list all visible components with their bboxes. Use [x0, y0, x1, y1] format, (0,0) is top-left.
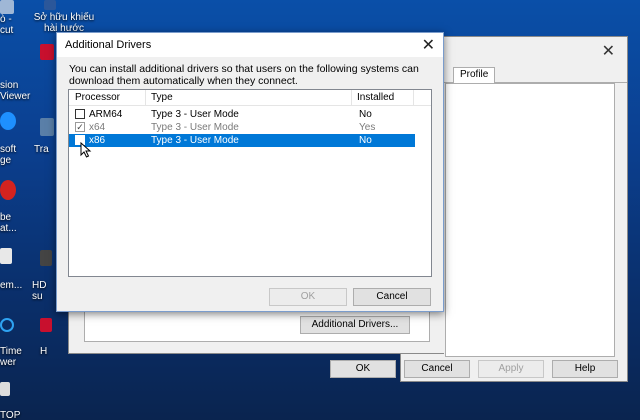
column-separator[interactable]	[351, 90, 352, 106]
close-icon[interactable]: ✕	[422, 35, 435, 55]
additional-drivers-dialog: Additional Drivers ✕ You can install add…	[56, 32, 444, 312]
desktop-icon-tile[interactable]	[40, 318, 52, 332]
column-header-type[interactable]: Type	[151, 92, 173, 103]
desktop-icon-label: ò - cut	[0, 14, 14, 36]
tab-panel	[445, 83, 615, 357]
word-document-icon[interactable]	[44, 0, 56, 10]
desktop-icon-label: Sở hữu khiếu hài hước	[33, 12, 95, 34]
list-header: Processor Type Installed	[69, 90, 431, 106]
desktop-icon-label: TOP	[0, 410, 21, 420]
edge-icon[interactable]	[0, 112, 16, 130]
desktop-icon-label: soft ge	[0, 144, 17, 166]
installed-status: No	[359, 109, 372, 120]
desktop-icon-tile[interactable]	[0, 0, 14, 14]
cancel-button[interactable]: Cancel	[353, 288, 431, 306]
driver-type: Type 3 - User Mode	[151, 122, 239, 133]
desktop-icon-label: Tra	[34, 144, 49, 155]
desktop-icon-tile[interactable]	[40, 44, 54, 60]
dialog-titlebar[interactable]: Additional Drivers ✕	[57, 33, 443, 57]
mouse-cursor-icon	[80, 142, 92, 158]
cancel-button[interactable]: Cancel	[404, 360, 470, 378]
adobe-icon[interactable]	[0, 180, 16, 200]
list-item[interactable]: ✓ x64 Type 3 - User Mode Yes	[69, 121, 415, 134]
dialog-title: Additional Drivers	[65, 39, 152, 51]
checkbox-x64[interactable]: ✓	[75, 122, 85, 132]
desktop-icon-label: em...	[0, 280, 23, 291]
driver-type: Type 3 - User Mode	[151, 109, 239, 120]
additional-drivers-button[interactable]: Additional Drivers...	[300, 316, 410, 334]
apply-button[interactable]: Apply	[478, 360, 544, 378]
installed-status: Yes	[359, 122, 376, 133]
desktop-icon-label: HD su	[32, 280, 47, 302]
desktop-icon-tile[interactable]	[40, 118, 54, 136]
desktop-icon-label: H	[40, 346, 48, 357]
desktop-icon-label: be at...	[0, 212, 17, 234]
column-header-installed[interactable]: Installed	[357, 92, 394, 103]
column-separator[interactable]	[145, 90, 146, 106]
desktop-icon-tile[interactable]	[0, 248, 12, 264]
help-button[interactable]: Help	[552, 360, 618, 378]
checkbox-arm64[interactable]	[75, 109, 85, 119]
ok-button[interactable]: OK	[269, 288, 347, 306]
desktop-icon-tile[interactable]	[0, 382, 10, 396]
desktop-icon-label: Time wer	[0, 346, 22, 368]
column-header-processor[interactable]: Processor	[75, 92, 120, 103]
installed-status: No	[359, 135, 372, 146]
processor-name: ARM64	[89, 109, 123, 120]
tab-profile[interactable]: Profile	[453, 67, 496, 83]
processor-list[interactable]: Processor Type Installed ARM64 Type 3 - …	[68, 89, 432, 277]
desktop-icon-tile[interactable]	[40, 250, 52, 266]
search-icon[interactable]	[0, 318, 14, 332]
driver-type: Type 3 - User Mode	[151, 135, 239, 146]
desktop-icon-label: sion Viewer	[0, 80, 31, 102]
processor-name: x64	[89, 122, 106, 133]
list-item[interactable]: ARM64 Type 3 - User Mode No	[69, 108, 415, 121]
dialog-description: You can install additional drivers so th…	[69, 63, 419, 87]
ok-button[interactable]: OK	[330, 360, 396, 378]
list-item[interactable]: x86 Type 3 - User Mode No	[69, 134, 415, 147]
close-icon[interactable]: ✕	[602, 41, 615, 61]
column-separator[interactable]	[413, 90, 414, 106]
